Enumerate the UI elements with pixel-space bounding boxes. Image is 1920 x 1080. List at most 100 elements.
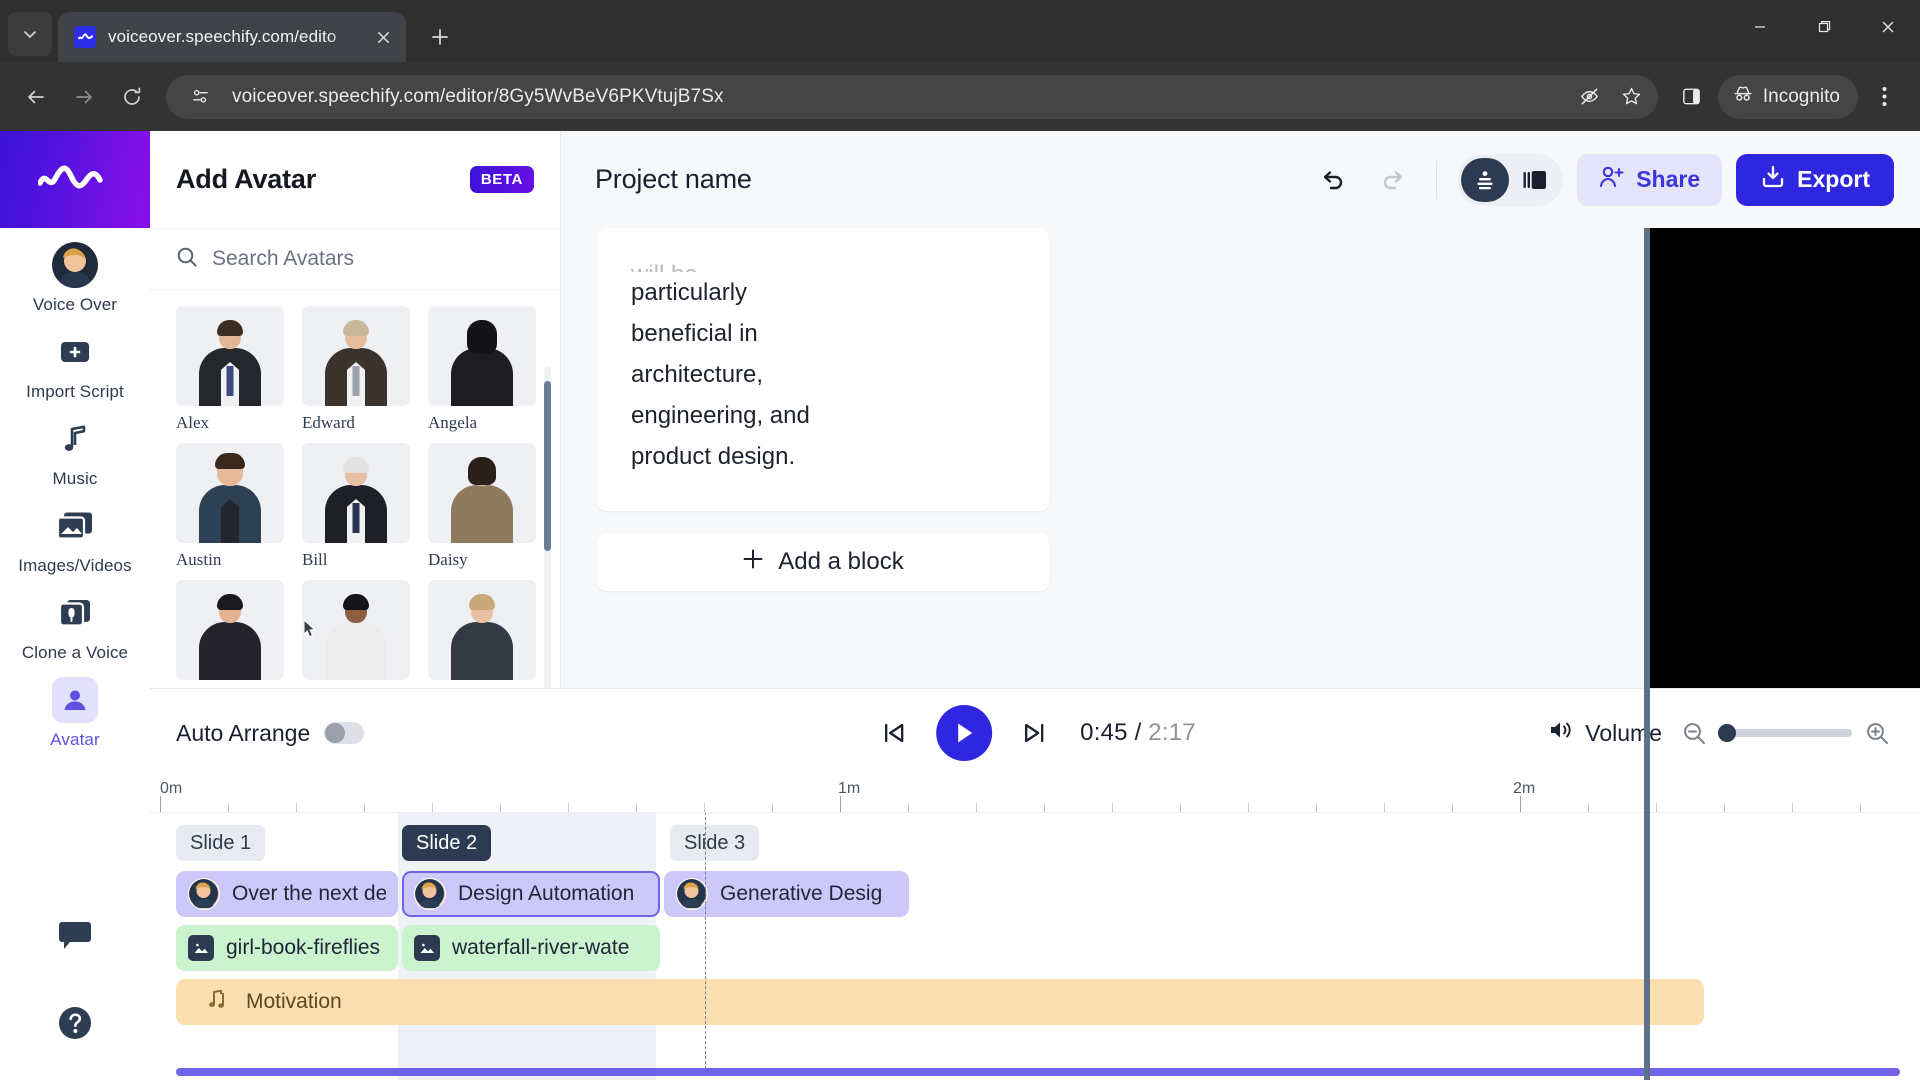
avatar-view-icon[interactable]	[1461, 157, 1510, 202]
url-text: voiceover.speechify.com/editor/8Gy5WvBeV…	[232, 85, 724, 107]
back-arrow-icon[interactable]	[14, 75, 58, 119]
add-block-label: Add a block	[778, 548, 904, 575]
tab-search-button[interactable]	[8, 12, 52, 56]
export-download-icon	[1760, 164, 1786, 196]
avatar-scrollbar-thumb[interactable]	[544, 381, 551, 551]
sidebar-item-music[interactable]: Music	[0, 402, 150, 489]
auto-arrange-control[interactable]: Auto Arrange	[176, 720, 365, 747]
avatar-card[interactable]: Bill	[302, 443, 416, 570]
clip-label: waterfall-river-wate	[452, 936, 630, 959]
forward-arrow-icon[interactable]	[62, 75, 106, 119]
mouse-cursor	[303, 618, 317, 638]
eye-off-icon[interactable]	[1570, 77, 1610, 117]
avatar-search-row[interactable]	[150, 228, 560, 290]
project-name[interactable]: Project name	[595, 164, 1296, 195]
status-badge: BETA	[469, 166, 534, 193]
slides-view-icon[interactable]	[1511, 158, 1559, 202]
avatar-card[interactable]	[176, 580, 290, 687]
panel-resize-handle[interactable]	[1644, 228, 1650, 1080]
voice-clip[interactable]: Over the next de	[176, 871, 398, 917]
close-icon[interactable]	[370, 24, 396, 50]
script-line: engineering, and	[631, 402, 810, 429]
music-clip[interactable]: Motivation	[176, 979, 1704, 1025]
skip-back-icon[interactable]	[874, 713, 914, 753]
speechify-logo[interactable]	[0, 131, 150, 228]
music-notes-icon	[208, 988, 232, 1016]
maximize-icon[interactable]	[1792, 0, 1856, 54]
browser-tab[interactable]: voiceover.speechify.com/edito	[58, 12, 406, 62]
script-line: will be	[631, 254, 1015, 272]
media-clip[interactable]: waterfall-river-wate	[402, 925, 660, 971]
slide-chip[interactable]: Slide 3	[670, 825, 760, 861]
zoom-slider[interactable]	[1718, 724, 1852, 742]
avatar-card[interactable]: Austin	[176, 443, 290, 570]
playhead[interactable]	[705, 813, 706, 1069]
voice-clip[interactable]: Design Automation	[402, 871, 660, 917]
slide-chip[interactable]: Slide 1	[176, 825, 266, 861]
avatar-card[interactable]	[302, 580, 416, 687]
sidebar-item-import-script[interactable]: Import Script	[0, 315, 150, 402]
sidebar-bottom-actions	[0, 914, 150, 1080]
address-bar[interactable]: voiceover.speechify.com/editor/8Gy5WvBeV…	[166, 74, 1658, 119]
avatar-card[interactable]	[428, 580, 542, 687]
tab-title: voiceover.speechify.com/edito	[108, 27, 337, 46]
sidebar-item-voice-over[interactable]: Voice Over	[0, 228, 150, 315]
incognito-profile-button[interactable]: Incognito	[1717, 74, 1858, 119]
zoom-out-icon[interactable]	[1682, 721, 1707, 746]
timeline-zoom-control	[1682, 721, 1890, 746]
script-block[interactable]: will be particularly beneficial in archi…	[597, 228, 1049, 511]
slide-chip[interactable]: Slide 2	[402, 825, 492, 861]
current-time: 0:45	[1080, 719, 1128, 746]
share-button[interactable]: Share	[1577, 153, 1723, 206]
playback-controls: Auto Arrange 0:45 / 2:17 Volume	[150, 689, 1920, 777]
search-input[interactable]	[212, 247, 534, 271]
add-block-button[interactable]: Add a block	[597, 533, 1049, 591]
avatar-panel-header: Add Avatar BETA	[150, 131, 560, 228]
redo-icon[interactable]	[1370, 157, 1416, 203]
timeline-ruler[interactable]: 0m 1m 2m	[150, 777, 1920, 813]
skip-forward-icon[interactable]	[1014, 713, 1054, 753]
play-button[interactable]	[936, 705, 993, 761]
export-button[interactable]: Export	[1736, 153, 1894, 206]
avatar-card[interactable]: Daisy	[428, 443, 542, 570]
new-tab-button[interactable]	[422, 19, 458, 55]
clip-label: Motivation	[246, 990, 342, 1013]
undo-icon[interactable]	[1310, 157, 1356, 203]
reload-icon[interactable]	[110, 75, 154, 119]
sidebar-label: Import Script	[26, 382, 124, 401]
kebab-menu-icon[interactable]	[1862, 75, 1906, 119]
zoom-in-icon[interactable]	[1865, 721, 1890, 746]
sidebar-item-clone-a-voice[interactable]: Clone a Voice	[0, 576, 150, 663]
site-settings-icon[interactable]	[180, 77, 220, 117]
media-clip[interactable]: girl-book-fireflies	[176, 925, 398, 971]
zoom-slider-handle	[1718, 724, 1736, 742]
help-circle-icon[interactable]	[52, 1000, 98, 1046]
time-readout: 0:45 / 2:17	[1080, 719, 1196, 747]
clip-label: Over the next de	[232, 882, 386, 905]
side-panel-icon[interactable]	[1670, 75, 1714, 119]
avatar-card[interactable]: Edward	[302, 306, 416, 433]
timeline-tracks: Slide 1 Slide 2 Slide 3 Over the next de…	[150, 813, 1920, 1080]
ruler-label: 0m	[160, 780, 183, 797]
browser-navigation-bar: voiceover.speechify.com/editor/8Gy5WvBeV…	[0, 62, 1920, 131]
timeline-horizontal-scrollbar[interactable]	[176, 1068, 1900, 1076]
plus-square-icon	[52, 329, 98, 375]
avatar-card[interactable]: Alex	[176, 306, 290, 433]
star-icon[interactable]	[1612, 77, 1652, 117]
media-track: girl-book-fireflies waterfall-river-wate	[150, 921, 1920, 973]
avatar-thumbnail	[428, 306, 536, 406]
chat-bubble-icon[interactable]	[52, 914, 98, 960]
sidebar-item-avatar[interactable]: Avatar	[0, 663, 150, 750]
sidebar-label: Music	[52, 469, 98, 488]
image-icon	[188, 935, 214, 961]
avatar-name: Alex	[176, 413, 210, 432]
avatar-card[interactable]: Angela	[428, 306, 542, 433]
voice-clip[interactable]: Generative Desig	[664, 871, 909, 917]
plus-icon	[742, 548, 764, 577]
total-time: 2:17	[1148, 719, 1196, 746]
volume-label: Volume	[1585, 719, 1662, 746]
close-window-icon[interactable]	[1856, 0, 1920, 54]
sidebar-item-images-videos[interactable]: Images/Videos	[0, 489, 150, 576]
auto-arrange-toggle[interactable]	[324, 722, 365, 744]
minimize-icon[interactable]	[1728, 0, 1792, 54]
